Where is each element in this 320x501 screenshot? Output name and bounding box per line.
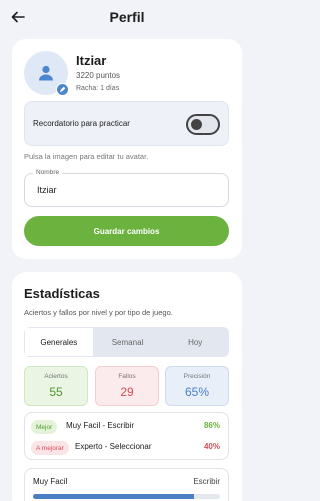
name-field-value[interactable]: Itziar xyxy=(37,185,57,195)
tab-hoy[interactable]: Hoy xyxy=(161,327,229,357)
worst-badge: A mejorar xyxy=(31,441,69,455)
worst-level-name: Experto - Seleccionar xyxy=(75,442,152,451)
tab-generales[interactable]: Generales xyxy=(24,327,94,357)
avatar-hint: Pulsa la imagen para editar tu avatar. xyxy=(24,152,149,161)
best-level-row: Mejor Muy Facil - Escribir 86% xyxy=(31,419,220,435)
profile-name: Itziar xyxy=(76,53,107,68)
level-progress-item: Muy Facil Escribir xyxy=(24,468,229,501)
reminder-toggle[interactable] xyxy=(186,114,220,135)
name-field[interactable]: Nombre Itziar xyxy=(24,169,229,207)
reminder-label: Recordatorio para practicar xyxy=(33,119,130,128)
profile-card: Itziar 3220 puntos Racha: 1 días Recorda… xyxy=(12,39,242,259)
stats-card: Estadísticas Aciertos y fallos por nivel… xyxy=(12,272,242,501)
name-field-label: Nombre xyxy=(33,169,63,176)
hits-metric: Aciertos 55 xyxy=(24,366,88,406)
progress-fill xyxy=(33,494,194,499)
precision-metric: Precisión 65% xyxy=(165,366,229,406)
fails-label: Fallos xyxy=(118,373,136,380)
precision-label: Precisión xyxy=(183,373,211,380)
reminder-row: Recordatorio para practicar xyxy=(24,101,229,146)
profile-points: 3220 puntos xyxy=(76,71,121,80)
page-title: Perfil xyxy=(109,9,145,25)
levels-summary: Mejor Muy Facil - Escribir 86% A mejorar… xyxy=(24,412,229,460)
stats-title: Estadísticas xyxy=(24,286,100,301)
progress-track xyxy=(33,494,220,499)
best-level-pct: 86% xyxy=(203,421,220,430)
precision-value: 65% xyxy=(184,385,210,399)
person-icon xyxy=(39,65,53,81)
level-progress-name: Muy Facil xyxy=(33,477,68,486)
edit-avatar-button[interactable] xyxy=(56,83,69,96)
app-header: Perfil xyxy=(0,0,254,36)
tab-semanal[interactable]: Semanal xyxy=(94,327,162,357)
stats-tabs: Generales Semanal Hoy xyxy=(24,327,229,357)
worst-level-pct: 40% xyxy=(203,442,220,451)
best-badge: Mejor xyxy=(31,420,58,434)
hits-value: 55 xyxy=(49,385,63,399)
pencil-icon xyxy=(59,86,66,93)
profile-streak: Racha: 1 días xyxy=(76,85,120,92)
fails-value: 29 xyxy=(120,385,134,399)
toggle-knob xyxy=(191,119,202,130)
best-level-name: Muy Facil - Escribir xyxy=(66,421,135,430)
save-button[interactable]: Guardar cambios xyxy=(24,216,229,246)
fails-metric: Fallos 29 xyxy=(95,366,159,406)
hits-label: Aciertos xyxy=(44,373,68,380)
level-progress-type: Escribir xyxy=(193,477,220,486)
stats-subtitle: Aciertos y fallos por nivel y por tipo d… xyxy=(24,308,173,317)
worst-level-row: A mejorar Experto - Seleccionar 40% xyxy=(31,440,220,456)
